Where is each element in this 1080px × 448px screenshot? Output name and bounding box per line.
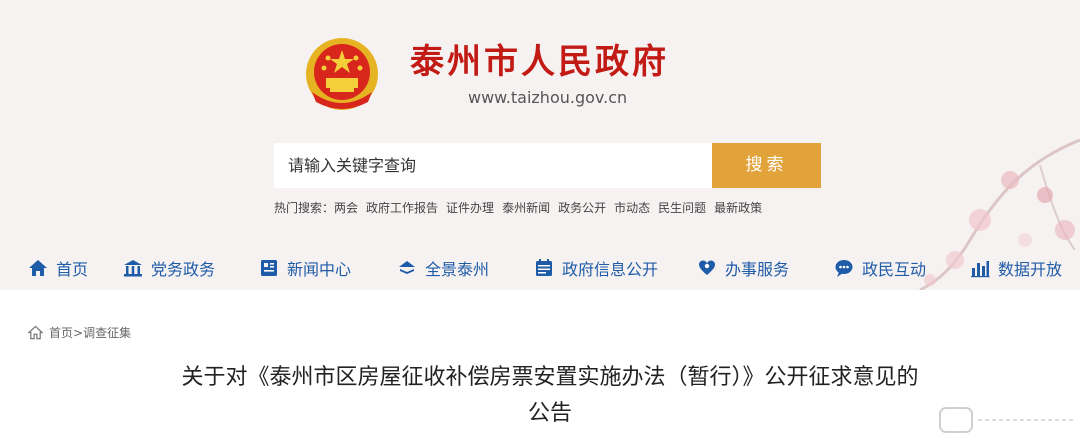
- service-icon: [699, 260, 715, 275]
- article-title: 关于对《泰州市区房屋征收补偿房票安置实施办法（暂行）》公开征求意见的 公告: [120, 360, 980, 432]
- nav-item-label: 党务政务: [151, 260, 216, 279]
- breadcrumb-current-link[interactable]: 调查征集: [83, 324, 131, 341]
- chat-icon: [835, 260, 853, 277]
- breadcrumb-home-link[interactable]: 首页: [49, 324, 73, 341]
- breadcrumb-separator: >: [73, 325, 84, 340]
- home-icon: [29, 260, 47, 276]
- nav-item-party-affairs[interactable]: 党务政务: [123, 256, 215, 280]
- nav-item-label: 全景泰州: [425, 260, 490, 279]
- news-icon: [261, 260, 277, 276]
- hot-search-link[interactable]: 政府工作报告: [366, 201, 438, 215]
- nav-item-label: 首页: [56, 260, 89, 279]
- watermark-logo: [939, 407, 1074, 433]
- panorama-icon: [399, 261, 415, 274]
- site-title: 泰州市人民政府: [410, 42, 669, 82]
- building-icon: [124, 260, 142, 277]
- nav-item-panorama[interactable]: 全景泰州: [397, 256, 489, 280]
- hot-search-link[interactable]: 民生问题: [658, 201, 706, 215]
- nav-item-gov-info[interactable]: 政府信息公开: [534, 256, 658, 280]
- national-emblem-logo: [306, 38, 378, 110]
- nav-item-label: 办事服务: [725, 260, 790, 279]
- hot-search-link[interactable]: 最新政策: [714, 201, 762, 215]
- main-nav: 首页 党务政务 新闻中心 全景泰州 政府信息公开 办事服务 政民互动 数据开放: [0, 248, 1080, 286]
- content-area: 首页 > 调查征集 关于对《泰州市区房屋征收补偿房票安置实施办法（暂行）》公开征求意…: [0, 290, 1080, 448]
- site-url: www.taizhou.gov.cn: [468, 88, 628, 107]
- nav-item-services[interactable]: 办事服务: [697, 256, 789, 280]
- hot-search-link[interactable]: 泰州新闻: [502, 201, 550, 215]
- nav-item-label: 新闻中心: [287, 260, 352, 279]
- hot-search-link[interactable]: 市动态: [614, 201, 650, 215]
- search-button[interactable]: 搜索: [712, 143, 821, 188]
- hot-search-link[interactable]: 两会: [334, 201, 358, 215]
- site-header: 泰州市人民政府 www.taizhou.gov.cn 请输入关键字查询 搜索 热…: [0, 0, 1080, 290]
- nav-item-label: 数据开放: [998, 260, 1063, 279]
- hot-search-link[interactable]: 政务公开: [558, 201, 606, 215]
- hot-search-link[interactable]: 证件办理: [446, 201, 494, 215]
- article-title-line: 公告: [527, 401, 572, 426]
- hot-search-label: 热门搜索：: [274, 201, 335, 215]
- nav-item-home[interactable]: 首页: [28, 256, 88, 280]
- nav-item-label: 政民互动: [862, 260, 927, 279]
- calendar-icon: [536, 259, 552, 276]
- nav-item-interaction[interactable]: 政民互动: [834, 256, 926, 280]
- article-title-line: 关于对《泰州市区房屋征收补偿房票安置实施办法（暂行）》公开征求意见的: [181, 365, 919, 390]
- breadcrumb: 首页 > 调查征集: [28, 324, 131, 341]
- search-input[interactable]: 请输入关键字查询: [274, 143, 712, 188]
- home-icon: [28, 325, 43, 340]
- nav-item-news[interactable]: 新闻中心: [259, 256, 351, 280]
- bar-chart-icon: [971, 261, 990, 278]
- nav-item-label: 政府信息公开: [562, 260, 659, 279]
- nav-item-open-data[interactable]: 数据开放: [970, 256, 1062, 280]
- hot-search-bar: 热门搜索：两会 政府工作报告 证件办理 泰州新闻 政务公开 市动态 民生问题 最新政策: [274, 200, 770, 216]
